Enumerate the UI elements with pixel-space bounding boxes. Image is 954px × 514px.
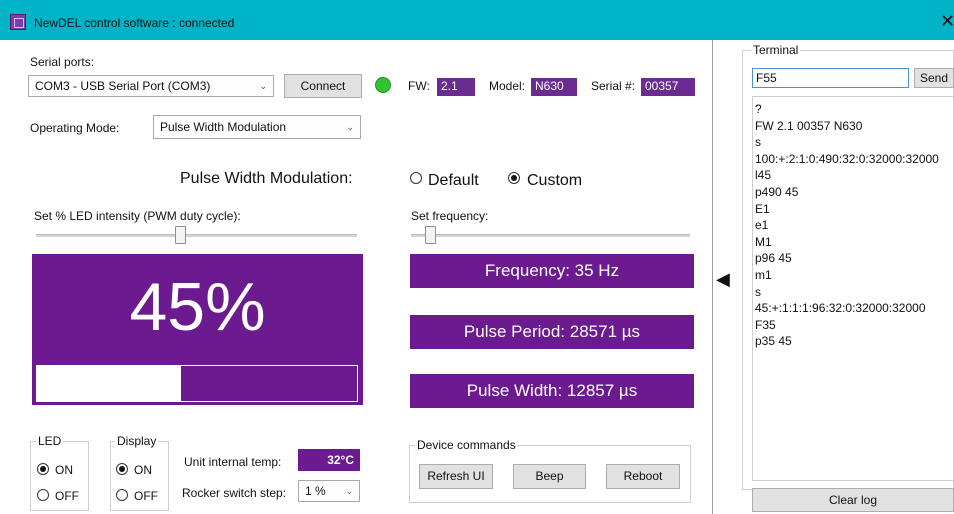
refresh-ui-button[interactable]: Refresh UI	[419, 464, 493, 489]
model-label: Model:	[489, 79, 526, 93]
log-line: FW 2.1 00357 N630	[755, 118, 863, 133]
serial-number-value: 00357	[641, 78, 695, 96]
log-line: ?	[755, 102, 762, 116]
terminal-title: Terminal	[751, 43, 801, 57]
model-value: N630	[531, 78, 577, 96]
pwm-custom-label: Custom	[527, 172, 583, 189]
title-bar: NewDEL control software : connected ✕	[0, 0, 954, 40]
log-line: m1	[755, 267, 772, 282]
display-off-label: OFF	[134, 489, 158, 503]
fw-value: 2.1	[437, 78, 475, 96]
display-off-radio[interactable]	[116, 489, 128, 501]
log-line: s	[755, 284, 761, 299]
display-on-radio[interactable]	[116, 463, 128, 475]
led-on-radio[interactable]	[37, 463, 49, 475]
frequency-slider-track[interactable]	[411, 234, 690, 237]
led-off-label: OFF	[55, 489, 79, 503]
frequency-slider-thumb[interactable]	[425, 226, 436, 244]
pwm-default-label: Default	[428, 172, 479, 189]
log-line: l45	[755, 168, 772, 183]
terminal-log[interactable]: ? FW 2.1 00357 N630 s 100:+:2:1:0:490:32:0:…	[752, 96, 954, 481]
rocker-step-label: Rocker switch step:	[182, 486, 287, 500]
led-group-title: LED	[36, 434, 64, 448]
intensity-slider-label: Set % LED intensity (PWM duty cycle):	[34, 209, 241, 223]
pwm-default-radio[interactable]	[410, 172, 422, 184]
collapse-arrow-icon[interactable]: ◀	[716, 270, 730, 288]
chevron-down-icon: ⌄	[346, 122, 354, 132]
chevron-down-icon: ⌄	[345, 486, 353, 496]
clear-log-button[interactable]: Clear log	[752, 488, 954, 512]
rocker-step-select[interactable]: 1 % ⌄	[298, 480, 360, 502]
fw-label: FW:	[408, 79, 430, 93]
panel-divider	[712, 40, 713, 514]
serial-port-value: COM3 - USB Serial Port (COM3)	[35, 79, 211, 93]
close-icon[interactable]: ✕	[940, 12, 954, 30]
window-title: NewDEL control software : connected	[34, 16, 235, 30]
beep-button[interactable]: Beep	[513, 464, 586, 489]
log-line: p96 45	[755, 251, 792, 266]
unit-temp-value: 32°C	[298, 449, 360, 471]
pulse-width-display: Pulse Width: 12857 µs	[410, 374, 694, 408]
pwm-custom-radio[interactable]	[508, 172, 520, 184]
operating-mode-select[interactable]: Pulse Width Modulation ⌄	[153, 115, 361, 139]
serial-port-select[interactable]: COM3 - USB Serial Port (COM3) ⌄	[28, 75, 274, 97]
pwm-heading: Pulse Width Modulation:	[180, 170, 353, 187]
intensity-display-panel: 45%	[32, 254, 363, 405]
unit-temp-label: Unit internal temp:	[184, 455, 282, 469]
send-button[interactable]: Send	[914, 68, 954, 88]
operating-mode-value: Pulse Width Modulation	[160, 120, 287, 134]
display-group-title: Display	[115, 434, 159, 448]
device-commands-title: Device commands	[415, 438, 518, 452]
serial-number-label: Serial #:	[591, 79, 636, 93]
led-on-label: ON	[55, 463, 73, 477]
intensity-progress-fill	[37, 366, 181, 401]
pulse-period-display: Pulse Period: 28571 µs	[410, 315, 694, 349]
app-icon	[10, 14, 26, 30]
reboot-button[interactable]: Reboot	[606, 464, 680, 489]
log-line: p490 45	[755, 184, 799, 199]
intensity-slider-thumb[interactable]	[175, 226, 187, 244]
log-line: M1	[755, 234, 772, 249]
log-line: 45:+:1:1:1:96:32:0:32000:32000	[755, 301, 926, 316]
log-line: F35	[755, 317, 776, 332]
frequency-display: Frequency: 35 Hz	[410, 254, 694, 288]
chevron-down-icon: ⌄	[259, 81, 267, 91]
connect-button[interactable]: Connect	[284, 74, 362, 98]
intensity-percent: 45%	[129, 269, 266, 345]
intensity-slider-track[interactable]	[36, 234, 357, 237]
intensity-progress-bar	[36, 365, 358, 402]
frequency-slider-label: Set frequency:	[411, 209, 489, 223]
log-line: e1	[755, 218, 769, 233]
terminal-command-input[interactable]: F55	[752, 68, 909, 88]
log-line: s	[755, 135, 761, 150]
log-line: p35 45	[755, 334, 792, 349]
log-line: 100:+:2:1:0:490:32:0:32000:32000	[755, 151, 939, 166]
led-off-radio[interactable]	[37, 489, 49, 501]
connection-status-indicator	[375, 77, 391, 93]
rocker-step-value: 1 %	[305, 484, 326, 498]
display-on-label: ON	[134, 463, 152, 477]
log-line: E1	[755, 201, 770, 216]
operating-mode-label: Operating Mode:	[30, 121, 120, 135]
serial-ports-label: Serial ports:	[30, 55, 95, 69]
